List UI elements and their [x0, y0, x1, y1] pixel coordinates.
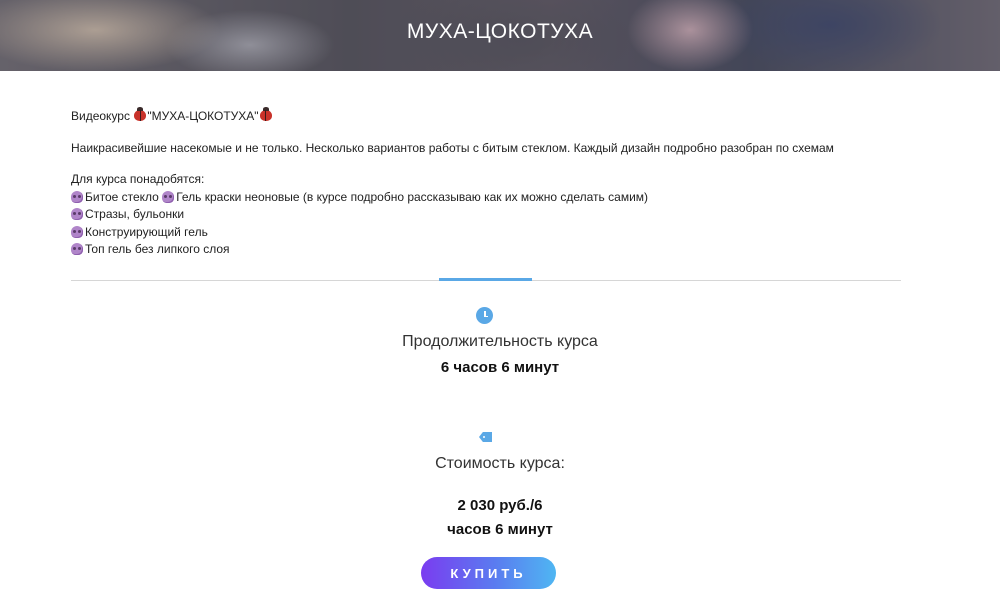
materials-line: Топ гель без липкого слоя	[71, 241, 931, 259]
materials-line: Конструирующий гель	[71, 224, 931, 242]
duration-label: Продолжительность курса	[402, 333, 598, 350]
materials-heading: Для курса понадобятся:	[71, 172, 205, 186]
material-item: Гель краски неоновые (в курсе подробно р…	[176, 189, 649, 204]
price-line: часов 6 минут	[447, 521, 553, 538]
materials-line: Битое стекло Гель краски неоновые (в кур…	[71, 189, 931, 207]
skull-icon	[71, 190, 83, 203]
intro-title: "МУХА-ЦОКОТУХА"	[147, 109, 259, 123]
skull-icon	[71, 225, 83, 238]
intro-line: Видеокурс "МУХА-ЦОКОТУХА"	[71, 107, 931, 126]
price-label: Стоимость курса:	[435, 455, 565, 472]
summary-text: Наикрасивейшие насекомые и не только. Не…	[71, 140, 834, 155]
price-value: 2 030 руб./6 часов 6 минут	[0, 494, 1000, 542]
course-description: Видеокурс "МУХА-ЦОКОТУХА" Наикрасивейшие…	[71, 107, 931, 259]
ladybug-icon	[259, 107, 272, 121]
intro-prefix: Видеокурс	[71, 109, 134, 123]
skull-icon	[71, 208, 83, 220]
skull-icon	[71, 243, 83, 255]
skull-icon	[162, 190, 175, 203]
buy-button[interactable]: КУПИТЬ	[421, 557, 556, 589]
price-line: 2 030 руб./6	[457, 497, 543, 514]
material-item: Конструирующий гель	[85, 224, 208, 239]
duration-value: 6 часов 6 минут	[440, 359, 560, 376]
divider-accent	[439, 278, 532, 281]
material-item: Битое стекло	[85, 189, 159, 204]
ladybug-icon	[134, 107, 147, 121]
material-item: Стразы, бульонки	[85, 207, 185, 221]
price-tag-icon	[479, 432, 492, 442]
materials-line: Стразы, бульонки	[71, 206, 931, 224]
page-title: МУХА-ЦОКОТУХА	[406, 20, 594, 44]
clock-icon	[476, 307, 493, 324]
material-item: Топ гель без липкого слоя	[85, 242, 230, 256]
